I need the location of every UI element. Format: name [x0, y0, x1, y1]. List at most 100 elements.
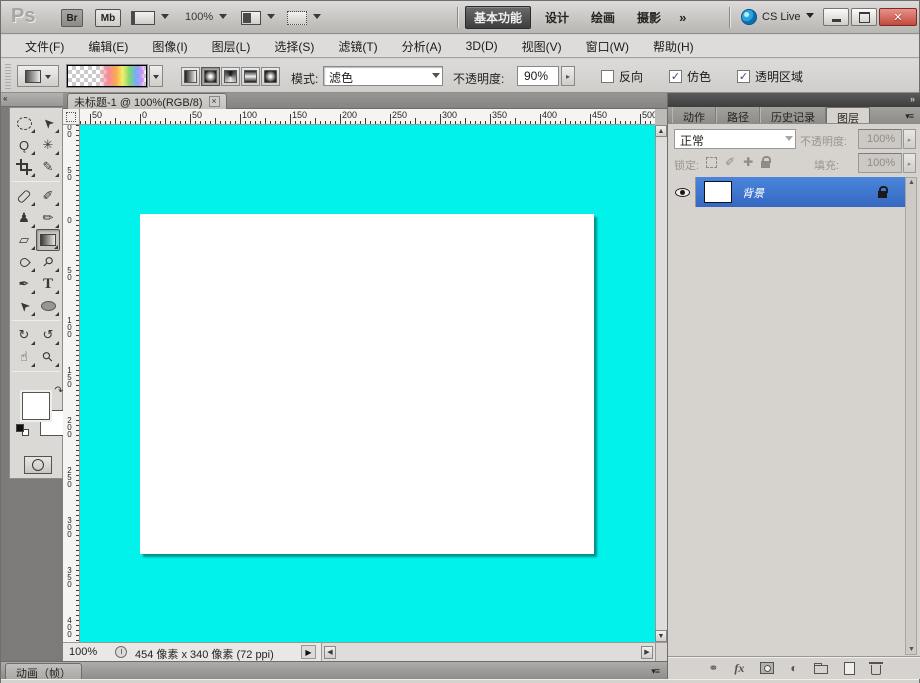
- gradient-tool[interactable]: [36, 229, 60, 251]
- close-document-icon[interactable]: ×: [209, 96, 220, 107]
- lock-all-icon[interactable]: [761, 161, 770, 168]
- vertical-scrollbar[interactable]: ▲ ▼: [655, 125, 667, 642]
- layer-blend-mode-select[interactable]: 正常: [674, 129, 796, 149]
- chevron-down-icon[interactable]: [267, 14, 275, 23]
- workspace-button-2[interactable]: 绘画: [583, 7, 623, 28]
- collapse-panels-icon[interactable]: »: [910, 94, 915, 104]
- eyedropper-tool[interactable]: ✎: [36, 156, 60, 178]
- layer-fill-value[interactable]: 100%: [858, 153, 902, 173]
- collapse-tools-icon[interactable]: «: [1, 93, 63, 107]
- brush-tool[interactable]: ✐: [36, 185, 60, 207]
- maximize-button[interactable]: [851, 8, 877, 26]
- screen-mode-icon[interactable]: [287, 11, 307, 25]
- chevron-down-icon[interactable]: [219, 14, 227, 23]
- opacity-spinner[interactable]: ▸: [561, 66, 575, 86]
- new-layer-icon[interactable]: [844, 662, 855, 675]
- layer-mask-icon[interactable]: [760, 662, 774, 674]
- hand-tool[interactable]: ☝: [12, 346, 36, 368]
- angle-gradient-button[interactable]: [221, 67, 240, 86]
- history-brush-tool[interactable]: ✏: [36, 207, 60, 229]
- layers-scrollbar[interactable]: ▲▼: [905, 177, 917, 655]
- panel-tab-3[interactable]: 图层: [826, 107, 870, 123]
- close-button[interactable]: [879, 8, 917, 26]
- menu-item-0[interactable]: 文件(F): [13, 35, 76, 58]
- scroll-up-icon[interactable]: ▲: [655, 125, 667, 137]
- workspace-button-3[interactable]: 摄影: [629, 7, 669, 28]
- layer-row[interactable]: 背景: [670, 177, 906, 207]
- foreground-color-swatch[interactable]: [22, 392, 50, 420]
- zoom-tool[interactable]: ⚲: [36, 346, 60, 368]
- chevron-down-icon[interactable]: [313, 14, 321, 23]
- animation-tab[interactable]: 动画（帧）: [5, 663, 82, 680]
- blur-tool[interactable]: [12, 251, 36, 273]
- lasso-tool[interactable]: Ǫ: [12, 134, 36, 156]
- layer-opacity-spinner[interactable]: ▸: [903, 129, 916, 149]
- lock-position-icon[interactable]: ✚: [743, 155, 753, 169]
- diamond-gradient-button[interactable]: [261, 67, 280, 86]
- adjustment-layer-icon[interactable]: ◐: [790, 661, 797, 675]
- menu-item-4[interactable]: 选择(S): [262, 35, 326, 58]
- canvas-viewport[interactable]: [80, 125, 655, 642]
- launch-bridge-button[interactable]: Br: [61, 9, 83, 27]
- reflected-gradient-button[interactable]: [241, 67, 260, 86]
- layer-fill-spinner[interactable]: ▸: [903, 153, 916, 173]
- panel-menu-icon[interactable]: ▾≡: [905, 111, 913, 122]
- zoom-level-control[interactable]: 100%: [185, 11, 213, 23]
- quick-mask-button[interactable]: [24, 456, 52, 474]
- workspace-button-0[interactable]: 基本功能: [465, 6, 531, 29]
- chevron-down-icon[interactable]: [161, 14, 169, 23]
- checkbox-0[interactable]: 反向: [601, 68, 643, 85]
- scroll-right-icon[interactable]: ▶: [641, 646, 653, 659]
- canvas-document[interactable]: [140, 214, 594, 554]
- menu-item-9[interactable]: 窗口(W): [574, 35, 641, 58]
- scroll-down-icon[interactable]: ▼: [655, 630, 667, 642]
- opacity-input[interactable]: 90%: [517, 66, 559, 86]
- checkbox-2[interactable]: ✓透明区域: [737, 68, 803, 85]
- delete-layer-icon[interactable]: [871, 665, 881, 675]
- elliptical-marquee-tool[interactable]: [12, 112, 36, 134]
- panel-tab-1[interactable]: 路径: [716, 107, 760, 123]
- arrange-documents-icon[interactable]: [241, 11, 261, 25]
- checkbox-1[interactable]: ✓仿色: [669, 68, 711, 85]
- lock-transparent-icon[interactable]: [706, 157, 717, 168]
- radial-gradient-button[interactable]: [201, 67, 220, 86]
- linear-gradient-button[interactable]: [181, 67, 200, 86]
- dodge-tool[interactable]: ⚲: [36, 251, 60, 273]
- menu-item-6[interactable]: 分析(A): [390, 35, 454, 58]
- gradient-preview[interactable]: [67, 65, 147, 87]
- menu-item-1[interactable]: 编辑(E): [76, 35, 140, 58]
- status-zoom-field[interactable]: 100%: [69, 646, 113, 658]
- ellipse-tool[interactable]: [36, 295, 60, 317]
- default-colors-icon[interactable]: [16, 424, 29, 436]
- link-layers-icon[interactable]: ⚭: [708, 661, 718, 675]
- view-extras-icon[interactable]: [131, 11, 155, 25]
- spot-healing-brush-tool[interactable]: [12, 185, 36, 207]
- eraser-tool[interactable]: ▱: [12, 229, 36, 251]
- layer-visibility-toggle[interactable]: [670, 177, 696, 207]
- document-tab[interactable]: 未标题-1 @ 100%(RGB/8) ×: [67, 93, 227, 109]
- 3d-rotate-tool[interactable]: ↻: [12, 324, 36, 346]
- menu-item-8[interactable]: 视图(V): [510, 35, 574, 58]
- pen-tool[interactable]: ✒: [12, 273, 36, 295]
- path-selection-tool[interactable]: ➤: [12, 295, 36, 317]
- scroll-left-icon[interactable]: ◀: [324, 646, 336, 659]
- layer-style-icon[interactable]: fx: [734, 661, 744, 676]
- status-flyout-button[interactable]: ▶: [301, 645, 316, 659]
- new-group-icon[interactable]: [814, 665, 828, 674]
- blend-mode-select[interactable]: 滤色: [323, 66, 443, 86]
- panel-tab-0[interactable]: 动作: [672, 107, 716, 123]
- cs-live-button[interactable]: CS Live: [741, 9, 814, 25]
- panel-menu-icon[interactable]: ▾≡: [651, 666, 659, 677]
- magic-wand-tool[interactable]: ✳: [36, 134, 60, 156]
- menu-item-7[interactable]: 3D(D): [454, 36, 510, 56]
- minimize-button[interactable]: [823, 8, 849, 26]
- tool-preset-picker[interactable]: [17, 65, 59, 87]
- menu-item-2[interactable]: 图像(I): [140, 35, 199, 58]
- launch-mini-bridge-button[interactable]: Mb: [95, 9, 121, 27]
- lock-image-icon[interactable]: ✐: [725, 155, 735, 169]
- menu-item-10[interactable]: 帮助(H): [641, 35, 706, 58]
- type-tool[interactable]: T: [36, 273, 60, 295]
- horizontal-scrollbar[interactable]: ◀ ▶: [321, 643, 655, 661]
- layer-opacity-value[interactable]: 100%: [858, 129, 902, 149]
- menu-item-5[interactable]: 滤镜(T): [326, 35, 389, 58]
